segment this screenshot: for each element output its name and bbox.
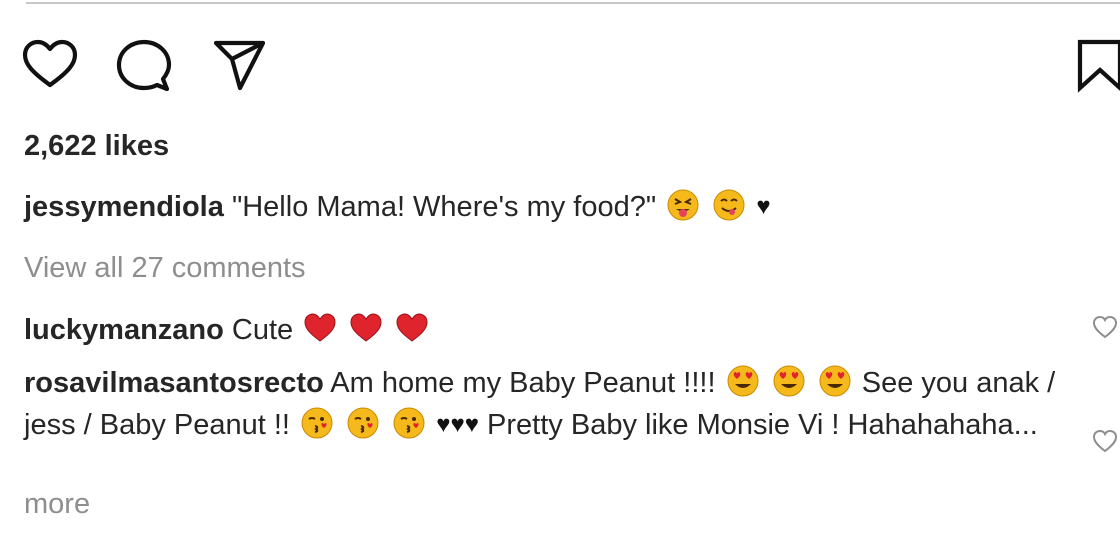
caption-text: "Hello Mama! Where's my food?" — [231, 191, 657, 223]
comment-item: luckymanzano Cute — [24, 309, 431, 351]
comment-item: rosavilmasantosrecto Am home my Baby Pea… — [24, 362, 1074, 446]
comment-like-heart-icon[interactable] — [1092, 314, 1118, 340]
more-link[interactable]: more — [24, 488, 90, 521]
comment-text-part-1: Am home my Baby Peanut !!!! — [330, 367, 716, 399]
likes-count[interactable]: 2,622 likes — [24, 130, 169, 163]
action-bar — [22, 38, 1120, 94]
kissing-wink-emoji-icon — [346, 406, 380, 440]
view-all-comments-link[interactable]: View all 27 comments — [24, 252, 306, 285]
comment-bubble-icon[interactable] — [116, 38, 172, 94]
yum-face-emoji-icon — [712, 188, 746, 222]
kissing-wink-emoji-icon — [392, 406, 426, 440]
share-paper-plane-icon[interactable] — [212, 38, 268, 94]
heart-icon[interactable] — [22, 38, 78, 94]
red-heart-emoji-icon — [303, 311, 337, 345]
kissing-wink-emoji-icon — [300, 406, 334, 440]
comment-text: Cute — [231, 314, 294, 346]
post-caption: jessymendiola "Hello Mama! Where's my fo… — [24, 188, 771, 224]
caption-username[interactable]: jessymendiola — [24, 191, 224, 223]
heart-eyes-emoji-icon — [818, 364, 852, 398]
comment-username[interactable]: rosavilmasantosrecto — [24, 367, 324, 399]
small-black-heart-icon: ♥ — [756, 193, 771, 220]
heart-eyes-emoji-icon — [726, 364, 760, 398]
top-divider — [26, 2, 1120, 4]
comment-text-part-3: Pretty Baby like Monsie Vi ! Hahahahaha.… — [487, 409, 1038, 441]
small-black-hearts-icon: ♥♥♥ — [436, 411, 479, 438]
comment-like-heart-icon[interactable] — [1092, 428, 1118, 454]
red-heart-emoji-icon — [349, 311, 383, 345]
comment-username[interactable]: luckymanzano — [24, 314, 224, 346]
red-heart-emoji-icon — [395, 311, 429, 345]
bookmark-icon[interactable] — [1072, 38, 1120, 94]
heart-eyes-emoji-icon — [772, 364, 806, 398]
squinting-tongue-emoji-icon — [666, 188, 700, 222]
